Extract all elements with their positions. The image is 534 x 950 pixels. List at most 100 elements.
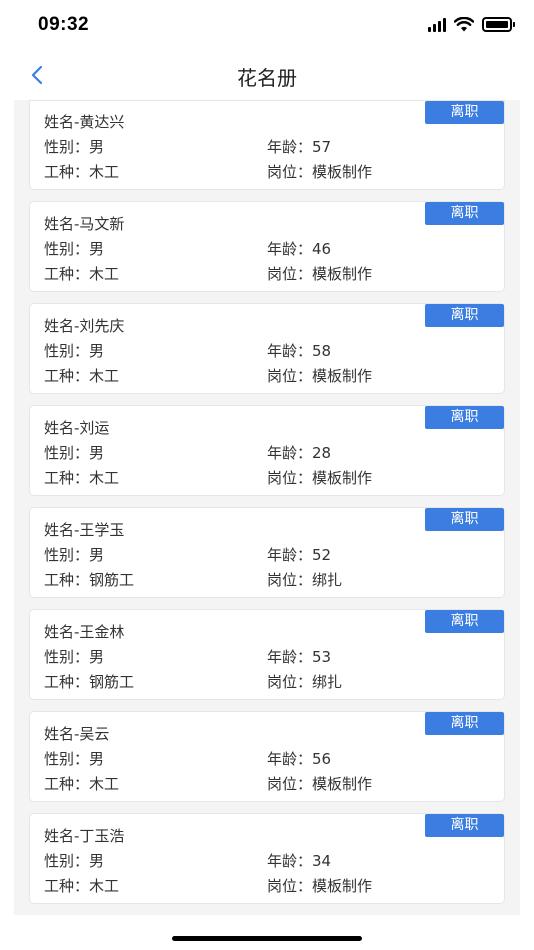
resign-button[interactable]: 离职 [425,304,504,327]
worker-post: 岗位：绑扎 [267,569,342,590]
name-label: 姓名- [44,827,80,845]
gender-label: 性别： [44,546,90,564]
resign-button[interactable]: 离职 [425,406,504,429]
resign-button[interactable]: 离职 [425,610,504,633]
worker-age: 年龄：34 [267,850,331,871]
worker-card[interactable]: 姓名-王金林 性别：男 年龄：53 工种：钢筋工 岗位：绑扎 离职 [29,609,505,700]
gender-value: 男 [89,852,105,870]
worker-gender: 性别：男 [44,340,104,361]
age-label: 年龄： [267,138,313,156]
post-value: 模板制作 [312,265,373,283]
page-title: 花名册 [237,66,297,90]
gender-label: 性别： [44,750,90,768]
worker-card[interactable]: 姓名-丁玉浩 性别：男 年龄：34 工种：木工 岗位：模板制作 离职 [29,813,505,904]
home-indicator [172,936,362,941]
trade-label: 工种： [44,571,90,589]
status-time: 09:32 [38,14,90,35]
trade-value: 钢筋工 [89,673,135,691]
worker-age: 年龄：57 [267,136,331,157]
worker-post: 岗位：模板制作 [267,161,372,182]
wifi-icon [454,17,474,32]
worker-post: 岗位：模板制作 [267,875,372,896]
gender-value: 男 [89,444,105,462]
worker-name: 姓名-王学玉 [44,519,124,540]
post-value: 模板制作 [312,163,373,181]
worker-age: 年龄：53 [267,646,331,667]
post-value: 模板制作 [312,775,373,793]
worker-gender: 性别：男 [44,442,104,463]
name-label: 姓名- [44,419,80,437]
worker-trade: 工种：木工 [44,773,119,794]
age-label: 年龄： [267,546,313,564]
worker-gender: 性别：男 [44,136,104,157]
worker-post: 岗位：模板制作 [267,467,372,488]
gender-label: 性别： [44,852,90,870]
trade-label: 工种： [44,673,90,691]
worker-gender: 性别：男 [44,646,104,667]
name-value: 马文新 [79,215,125,233]
age-value: 28 [312,444,332,462]
resign-button[interactable]: 离职 [425,712,504,735]
worker-trade: 工种：木工 [44,467,119,488]
post-value: 绑扎 [312,673,343,691]
worker-age: 年龄：58 [267,340,331,361]
worker-card[interactable]: 姓名-王学玉 性别：男 年龄：52 工种：钢筋工 岗位：绑扎 离职 [29,507,505,598]
gender-label: 性别： [44,342,90,360]
gender-value: 男 [89,138,105,156]
name-label: 姓名- [44,725,80,743]
gender-label: 性别： [44,138,90,156]
worker-post: 岗位：绑扎 [267,671,342,692]
worker-list: 姓名-黄达兴 性别：男 年龄：57 工种：木工 岗位：模板制作 离职 姓名-马文新 性别：男年… [29,100,505,915]
name-value: 刘运 [79,419,110,437]
worker-name: 姓名-刘先庆 [44,315,124,336]
worker-trade: 工种：木工 [44,263,119,284]
resign-button[interactable]: 离职 [425,101,504,124]
nav-bar: 花名册 [0,50,534,100]
worker-name: 姓名-黄达兴 [44,111,124,132]
post-label: 岗位： [267,775,313,793]
resign-button[interactable]: 离职 [425,814,504,837]
worker-gender: 性别：男 [44,238,104,259]
age-value: 34 [312,852,332,870]
worker-card[interactable]: 姓名-马文新 性别：男 年龄：46 工种：木工 岗位：模板制作 离职 [29,201,505,292]
name-value: 王学玉 [79,521,125,539]
age-label: 年龄： [267,342,313,360]
name-value: 刘先庆 [79,317,125,335]
gender-value: 男 [89,240,105,258]
post-label: 岗位： [267,673,313,691]
age-value: 46 [312,240,332,258]
name-value: 丁玉浩 [79,827,125,845]
worker-gender: 性别：男 [44,544,104,565]
post-label: 岗位： [267,469,313,487]
roster-content[interactable]: 姓名-黄达兴 性别：男 年龄：57 工种：木工 岗位：模板制作 离职 姓名-马文新 性别：男年… [14,100,520,915]
resign-button[interactable]: 离职 [425,508,504,531]
resign-button[interactable]: 离职 [425,202,504,225]
name-label: 姓名- [44,521,80,539]
age-label: 年龄： [267,648,313,666]
name-label: 姓名- [44,215,80,233]
worker-trade: 工种：钢筋工 [44,671,134,692]
worker-name: 姓名-吴云 [44,723,109,744]
worker-card[interactable]: 姓名-刘运性别：男 年龄：28 工种：木工 岗位：模板制作 离职 [29,405,505,496]
worker-trade: 工种：木工 [44,875,119,896]
worker-card[interactable]: 姓名-吴云性别：男 年龄：56 工种：木工 岗位：模板制作 离职 [29,711,505,802]
gender-value: 男 [89,750,105,768]
post-label: 岗位： [267,571,313,589]
worker-age: 年龄：28 [267,442,331,463]
trade-value: 木工 [89,469,120,487]
status-bar: 09:32 [0,0,534,50]
gender-value: 男 [89,546,105,564]
gender-value: 男 [89,648,105,666]
name-label: 姓名- [44,623,80,641]
trade-value: 木工 [89,775,120,793]
worker-name: 姓名-丁玉浩 [44,825,124,846]
worker-age: 年龄：56 [267,748,331,769]
trade-value: 木工 [89,367,120,385]
worker-name: 姓名-王金林 [44,621,124,642]
worker-card[interactable]: 姓名-刘先庆 性别：男 年龄：58 工种：木工 岗位：模板制作 离职 [29,303,505,394]
worker-card[interactable]: 姓名-黄达兴 性别：男 年龄：57 工种：木工 岗位：模板制作 离职 [29,100,505,190]
battery-icon [482,17,515,32]
gender-label: 性别： [44,444,90,462]
gender-value: 男 [89,342,105,360]
post-label: 岗位： [267,265,313,283]
